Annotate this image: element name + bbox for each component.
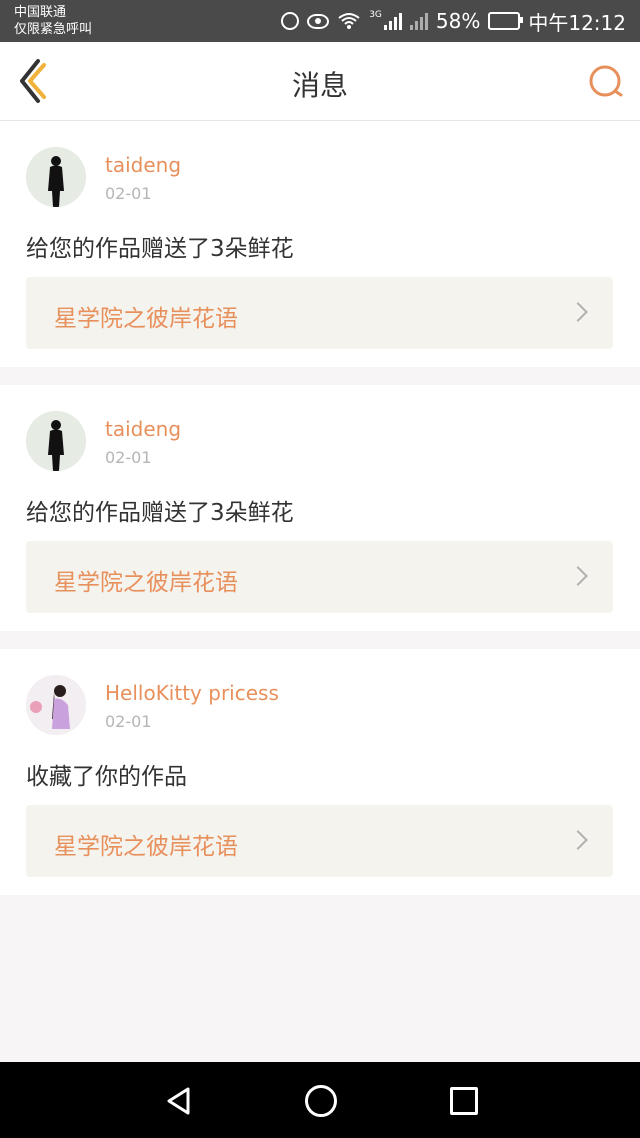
signal-icon bbox=[383, 12, 402, 30]
search-button[interactable] bbox=[586, 62, 626, 102]
message-card: HelloKitty pricess 02-01 收藏了你的作品 星学院之彼岸花… bbox=[0, 649, 640, 895]
page-title: 消息 bbox=[291, 69, 348, 102]
avatar[interactable] bbox=[26, 411, 86, 471]
message-text: 收藏了你的作品 bbox=[26, 764, 187, 790]
person-silhouette-icon bbox=[26, 147, 86, 207]
wifi-icon bbox=[338, 13, 360, 29]
square-recent-icon[interactable] bbox=[450, 1087, 478, 1115]
circle-home-icon[interactable] bbox=[305, 1085, 337, 1117]
work-link[interactable]: 星学院之彼岸花语 bbox=[26, 805, 613, 877]
work-title: 星学院之彼岸花语 bbox=[54, 570, 238, 596]
work-link[interactable]: 星学院之彼岸花语 bbox=[26, 277, 613, 349]
message-list: taideng 02-01 给您的作品赠送了3朵鲜花 星学院之彼岸花语 taid… bbox=[0, 121, 640, 913]
message-text: 给您的作品赠送了3朵鲜花 bbox=[26, 500, 294, 526]
message-date: 02-01 bbox=[105, 712, 152, 731]
battery-percent: 58% bbox=[435, 9, 481, 33]
message-text: 给您的作品赠送了3朵鲜花 bbox=[26, 236, 294, 262]
person-silhouette-icon bbox=[26, 411, 86, 471]
battery-icon bbox=[488, 12, 524, 30]
status-icons: 3G 58% 中午12:12 bbox=[281, 0, 626, 42]
avatar[interactable] bbox=[26, 675, 86, 735]
search-icon bbox=[589, 65, 623, 97]
username[interactable]: taideng bbox=[105, 417, 181, 441]
message-card: taideng 02-01 给您的作品赠送了3朵鲜花 星学院之彼岸花语 bbox=[0, 385, 640, 631]
chevron-right-icon bbox=[568, 830, 588, 850]
eye-icon bbox=[307, 13, 330, 29]
carrier-info: 中国联通 仅限紧急呼叫 bbox=[14, 4, 92, 38]
work-title: 星学院之彼岸花语 bbox=[54, 834, 238, 860]
carrier-name: 中国联通 bbox=[14, 5, 67, 20]
message-date: 02-01 bbox=[105, 448, 152, 467]
system-nav-bar bbox=[0, 1062, 640, 1138]
avatar[interactable] bbox=[26, 147, 86, 207]
username[interactable]: taideng bbox=[105, 153, 181, 177]
username[interactable]: HelloKitty pricess bbox=[105, 681, 279, 705]
girl-avatar-icon bbox=[26, 675, 86, 735]
app-header: 消息 bbox=[0, 42, 640, 121]
signal-2-icon bbox=[409, 12, 428, 30]
network-type: 3G bbox=[369, 10, 382, 20]
message-date: 02-01 bbox=[105, 184, 152, 203]
status-bar: 中国联通 仅限紧急呼叫 3G 58% 中午12:12 bbox=[0, 0, 640, 42]
chevron-right-icon bbox=[568, 302, 588, 322]
carrier-status: 仅限紧急呼叫 bbox=[14, 22, 93, 37]
message-card: taideng 02-01 给您的作品赠送了3朵鲜花 星学院之彼岸花语 bbox=[0, 121, 640, 367]
triangle-back-icon[interactable] bbox=[164, 1086, 194, 1116]
chevron-right-icon bbox=[568, 566, 588, 586]
alarm-icon bbox=[281, 12, 300, 30]
clock: 中午12:12 bbox=[528, 10, 626, 35]
work-link[interactable]: 星学院之彼岸花语 bbox=[26, 541, 613, 613]
work-title: 星学院之彼岸花语 bbox=[54, 306, 238, 332]
